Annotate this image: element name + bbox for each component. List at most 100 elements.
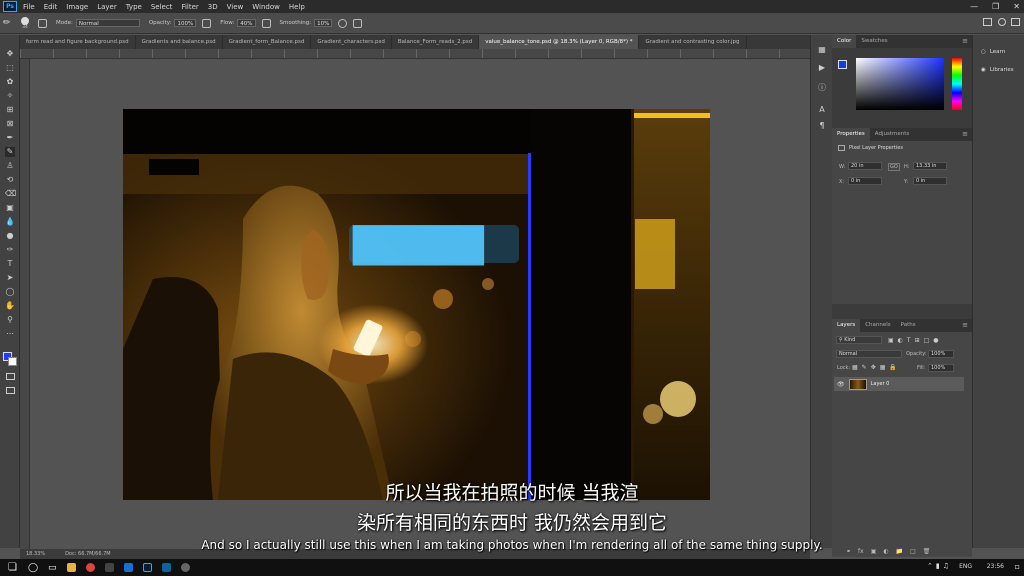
paragraph-icon[interactable]: ¶ (817, 121, 827, 131)
width-input[interactable]: 20 in (848, 162, 882, 170)
menu-type[interactable]: Type (126, 3, 142, 11)
panel-menu-icon[interactable]: ≡ (962, 35, 968, 47)
fx-icon[interactable]: fx (858, 548, 864, 558)
menu-3d[interactable]: 3D (208, 3, 218, 11)
panel-menu-icon[interactable]: ≡ (962, 319, 968, 331)
file-explorer-icon[interactable] (66, 563, 76, 572)
libraries-button[interactable]: ◉ Libraries (973, 55, 1024, 73)
history-brush-icon[interactable]: ⟲ (5, 175, 15, 185)
smoothing-settings-icon[interactable] (338, 18, 348, 28)
menu-filter[interactable]: Filter (181, 3, 198, 11)
tab-document-active[interactable]: value_balance_tone.psd @ 18.3% (Layer 0,… (479, 35, 640, 49)
photoshop-taskbar-icon[interactable] (142, 563, 152, 572)
fill-input[interactable]: 100% (928, 364, 954, 372)
marquee-tool-icon[interactable]: ⬚ (5, 63, 15, 73)
minimize-icon[interactable]: — (970, 2, 978, 11)
layer-filter-kind[interactable]: ⚲ Kind (836, 336, 882, 344)
zoom-tool-icon[interactable]: ⚲ (5, 315, 15, 325)
quick-mask-icon[interactable] (6, 373, 15, 380)
height-input[interactable]: 13.33 in (913, 162, 947, 170)
info-icon[interactable]: ⓘ (817, 83, 827, 93)
adjustment-layer-icon[interactable]: ◐ (883, 548, 888, 558)
tab-document-2[interactable]: Gradients and balance.psd (136, 35, 223, 49)
cortana-icon[interactable]: ◯ (28, 563, 38, 573)
tab-color[interactable]: Color (832, 35, 857, 48)
history-icon[interactable]: ▦ (817, 45, 827, 55)
eyedropper-tool-icon[interactable]: ✒ (5, 133, 15, 143)
app-icon-2[interactable] (161, 563, 171, 572)
hand-tool-icon[interactable]: ✋ (5, 301, 15, 311)
task-view-icon[interactable]: ▭ (48, 563, 57, 573)
menu-select[interactable]: Select (151, 3, 173, 11)
chrome-icon[interactable] (85, 563, 95, 572)
flow-input[interactable]: 40% (237, 19, 256, 27)
menu-view[interactable]: View (227, 3, 244, 11)
move-tool-icon[interactable]: ✥ (5, 49, 15, 59)
type-tool-icon[interactable]: T (5, 259, 15, 269)
layer-row[interactable]: 👁 Layer 0 (834, 377, 964, 391)
share-icon[interactable] (1011, 18, 1020, 26)
more-tools-icon[interactable]: ⋯ (5, 329, 15, 339)
layer-opacity-input[interactable]: 100% (928, 350, 954, 358)
smoothing-input[interactable]: 10% (314, 19, 333, 27)
add-mask-icon[interactable]: ▣ (871, 548, 877, 558)
crop-tool-icon[interactable]: ⊞ (5, 105, 15, 115)
menu-layer[interactable]: Layer (97, 3, 117, 11)
path-select-icon[interactable]: ➤ (5, 273, 15, 283)
tab-layers[interactable]: Layers (832, 319, 861, 332)
eye-visibility-icon[interactable]: 👁 (837, 381, 845, 388)
restore-icon[interactable]: ❐ (992, 2, 999, 11)
learn-button[interactable]: ○ Learn (973, 35, 1024, 55)
windows-start-icon[interactable]: ❏ (8, 562, 17, 573)
blur-tool-icon[interactable]: 💧 (5, 217, 15, 227)
notifications-icon[interactable]: ▫ (1015, 562, 1020, 571)
app-icon[interactable] (104, 563, 114, 572)
close-icon[interactable]: ✕ (1013, 2, 1020, 11)
tab-swatches[interactable]: Swatches (856, 35, 892, 48)
shape-tool-icon[interactable]: ◯ (5, 287, 15, 297)
frame-tool-icon[interactable]: ⊠ (5, 119, 15, 129)
layer-filter-icons[interactable]: ▣◐T⊞□● (888, 337, 943, 344)
gradient-tool-icon[interactable]: ▣ (5, 203, 15, 213)
pressure-opacity-icon[interactable] (202, 18, 212, 28)
menu-edit[interactable]: Edit (44, 3, 58, 11)
brush-preset-picker[interactable]: 34 (21, 16, 29, 30)
language-indicator[interactable]: ENG (959, 563, 972, 570)
screen-mode-icon[interactable] (6, 387, 15, 394)
new-layer-icon[interactable]: □ (910, 548, 916, 558)
delete-layer-icon[interactable]: 🗑 (923, 548, 931, 558)
tab-document-7[interactable]: Gradient and contrasting color.jpg (639, 35, 747, 49)
workspace-icon[interactable] (983, 18, 992, 26)
quick-select-tool-icon[interactable]: ✧ (5, 91, 15, 101)
airbrush-icon[interactable] (261, 18, 271, 28)
search-icon[interactable] (998, 18, 1006, 26)
tab-document-1[interactable]: form read and figure background.psd (20, 35, 136, 49)
app-icon-3[interactable] (180, 563, 190, 572)
pen-tool-icon[interactable]: ✑ (5, 245, 15, 255)
tab-paths[interactable]: Paths (896, 319, 921, 332)
color-panel-foreground-swatch[interactable] (838, 60, 847, 69)
clock[interactable]: 23:56 (987, 563, 1004, 570)
link-layers-icon[interactable]: ⚭ (846, 548, 851, 558)
character-icon[interactable]: A (817, 105, 827, 115)
hue-slider[interactable] (952, 58, 962, 110)
blend-mode-dropdown[interactable]: Normal (836, 350, 902, 358)
tab-document-3[interactable]: Gradient_form_Balance.psd (223, 35, 312, 49)
mode-dropdown[interactable]: Normal (75, 19, 140, 27)
link-dimensions-button[interactable]: GO (888, 163, 900, 171)
y-input[interactable]: 0 in (913, 177, 947, 185)
zoom-level[interactable]: 18.33% (26, 551, 45, 557)
color-picker-field[interactable] (856, 58, 944, 110)
brush-tool-icon[interactable]: ✎ (5, 147, 15, 157)
panel-menu-icon[interactable]: ≡ (962, 128, 968, 140)
dodge-tool-icon[interactable]: ● (5, 231, 15, 241)
system-tray-icons[interactable]: ⌃▮♫ (927, 562, 952, 570)
play-action-icon[interactable]: ▶ (817, 63, 827, 73)
eraser-tool-icon[interactable]: ⌫ (5, 189, 16, 199)
brush-tool-icon[interactable]: ✏ (3, 18, 12, 28)
tab-channels[interactable]: Channels (860, 319, 895, 332)
lasso-tool-icon[interactable]: ✿ (5, 77, 15, 87)
lock-icons[interactable]: ▦✎✥▦🔒 (852, 364, 901, 371)
tab-document-5[interactable]: Balance_Form_reads_2.psd (392, 35, 480, 49)
stamp-tool-icon[interactable]: ♙ (5, 161, 15, 171)
